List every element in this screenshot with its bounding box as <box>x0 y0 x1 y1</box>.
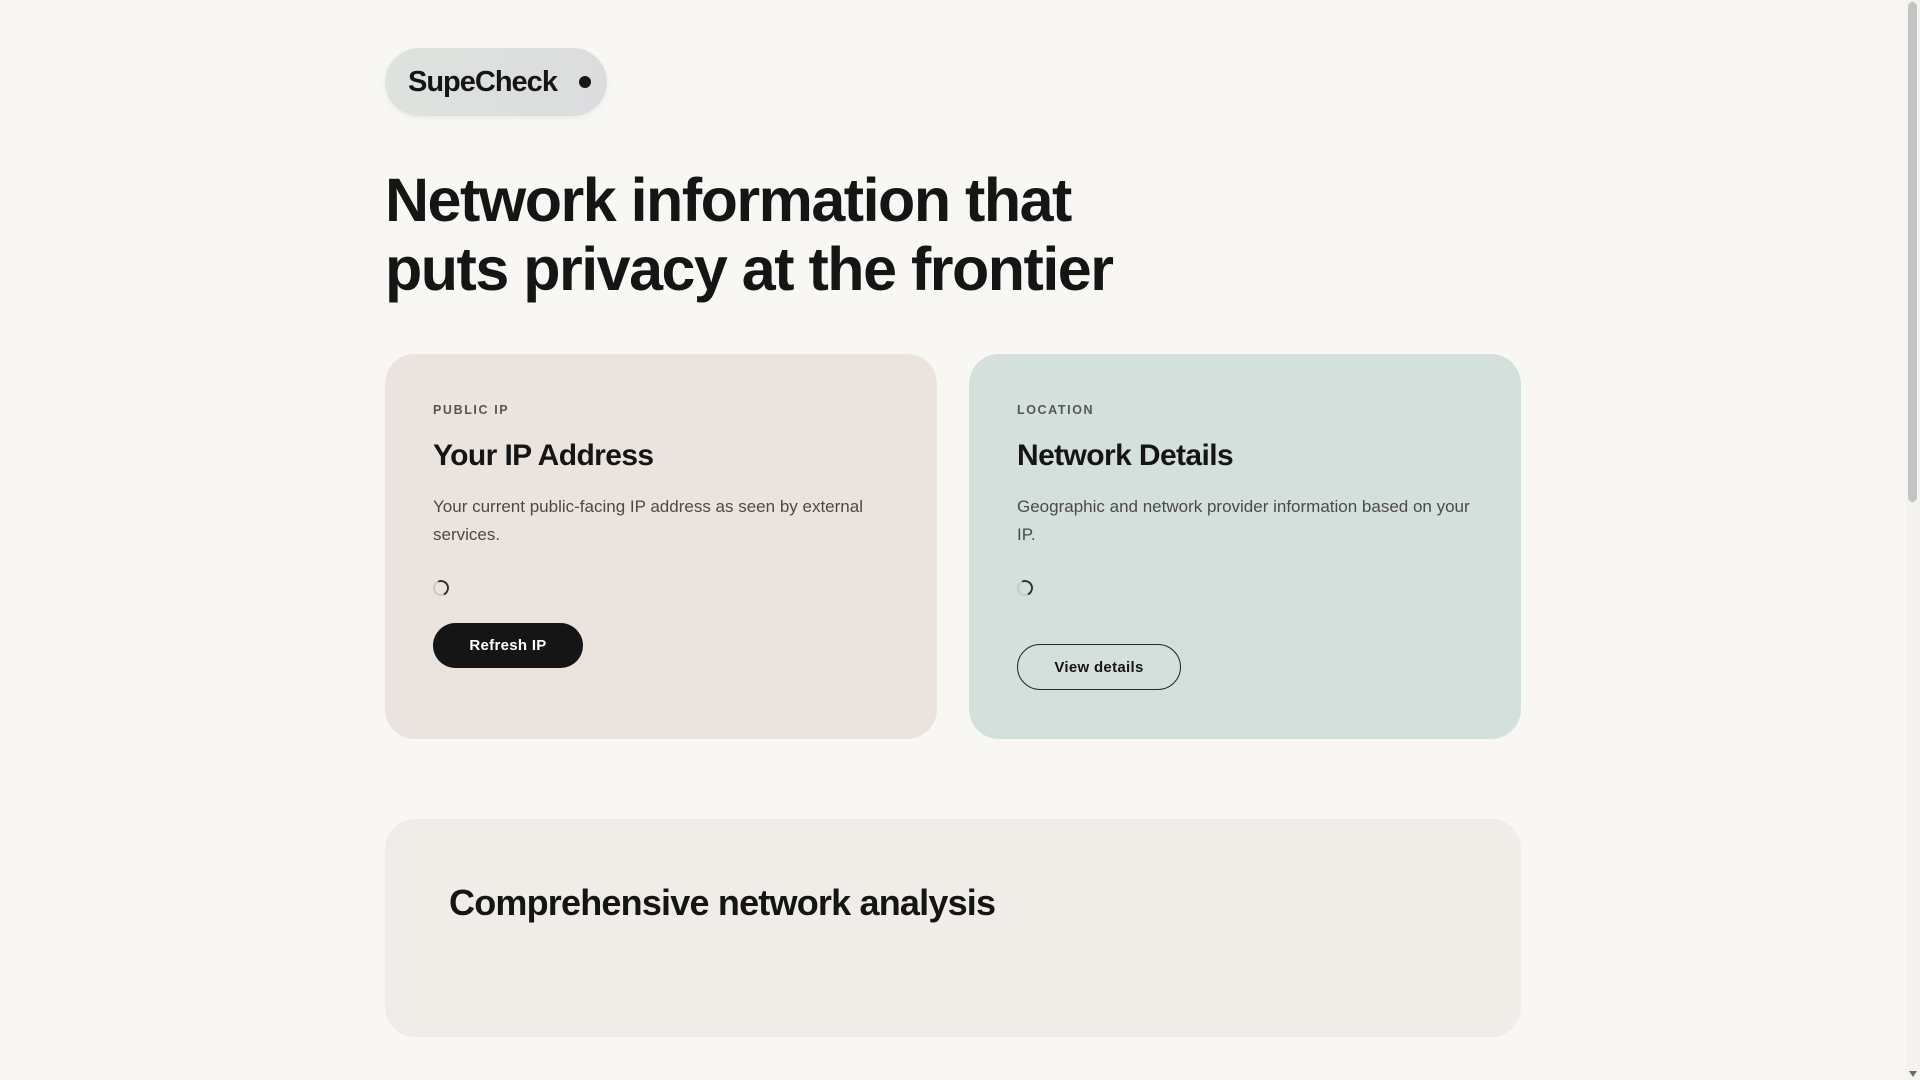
location-card: LOCATION Network Details Geographic and … <box>969 354 1521 739</box>
view-details-button[interactable]: View details <box>1017 644 1181 690</box>
public-ip-card: PUBLIC IP Your IP Address Your current p… <box>385 354 937 739</box>
location-eyebrow: LOCATION <box>1017 403 1095 417</box>
loading-spinner-icon <box>430 577 452 599</box>
public-ip-title: Your IP Address <box>433 439 654 472</box>
public-ip-eyebrow: PUBLIC IP <box>433 403 510 417</box>
analysis-section: Comprehensive network analysis <box>385 819 1521 1037</box>
brand-name: SupeCheck <box>408 65 558 98</box>
page: SupeCheck Network information that puts … <box>0 0 1920 1080</box>
public-ip-description: Your current public-facing IP address as… <box>433 497 863 544</box>
info-cards: PUBLIC IP Your IP Address Your current p… <box>385 354 1521 739</box>
loading-spinner-icon <box>1014 577 1036 599</box>
refresh-ip-button[interactable]: Refresh IP <box>433 623 583 668</box>
status-dot-icon <box>578 76 591 88</box>
scrollbar-thumb[interactable] <box>1908 2 1917 502</box>
main-content: SupeCheck Network information that puts … <box>385 48 1521 1037</box>
location-title: Network Details <box>1017 439 1234 472</box>
hero-title: Network information that puts privacy at… <box>385 166 1114 303</box>
location-description: Geographic and network provider informat… <box>1017 497 1470 544</box>
scroll-down-arrow-icon[interactable] <box>1909 1071 1917 1077</box>
analysis-title: Comprehensive network analysis <box>449 882 996 923</box>
vertical-scrollbar[interactable] <box>1905 0 1920 1080</box>
brand-pill[interactable]: SupeCheck <box>385 48 607 116</box>
